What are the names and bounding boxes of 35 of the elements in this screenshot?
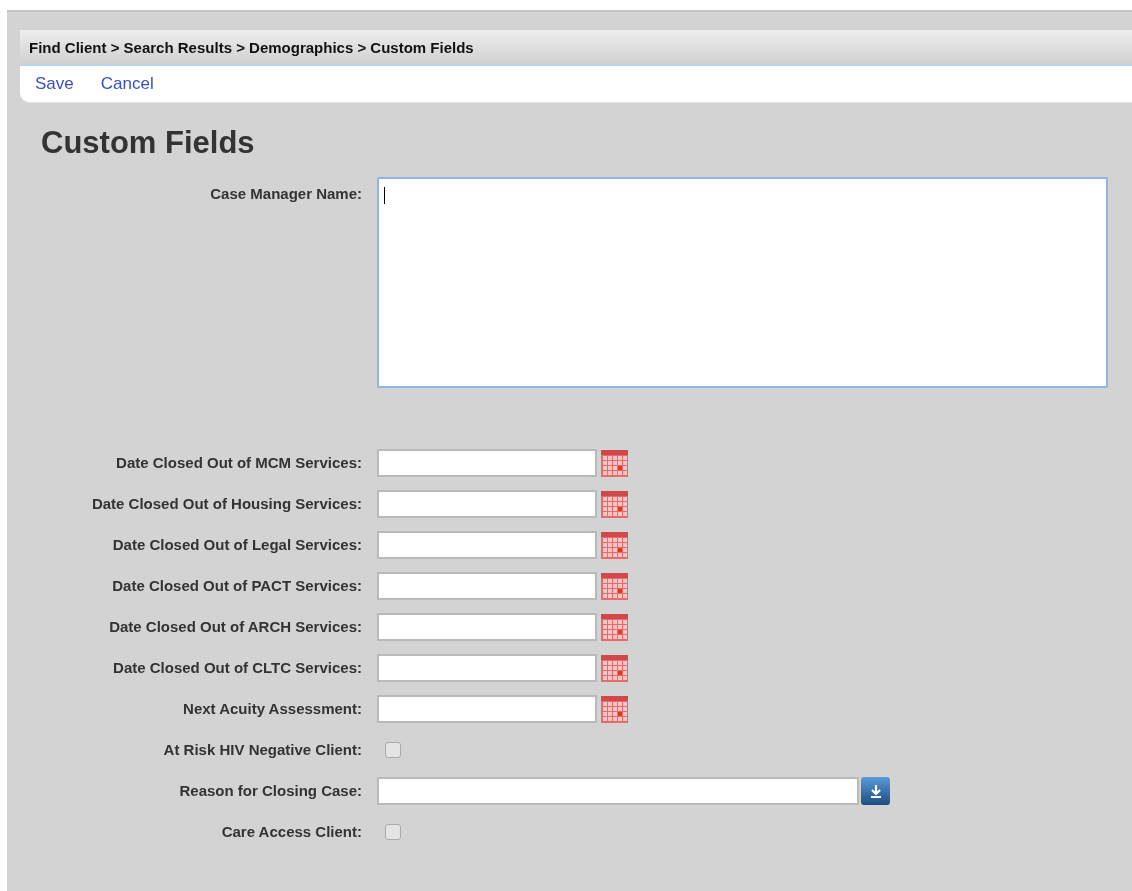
field-label: Date Closed Out of MCM Services: [115,454,362,471]
date-field[interactable] [377,653,597,682]
calendar-icon[interactable] [601,694,628,723]
field-label: Reason for Closing Case: [178,782,362,799]
page-title: Custom Fields [41,125,256,161]
field-label: Care Access Client: [220,823,362,840]
dropdown-field[interactable] [377,776,859,805]
calendar-icon[interactable] [601,612,628,641]
field-label: Date Closed Out of ARCH Services: [108,618,362,635]
breadcrumb: Find Client > Search Results > Demographics > Custom Fields [20,30,1132,66]
date-field[interactable] [377,571,597,600]
field-label: Date Closed Out of Housing Services: [90,495,362,512]
checkbox[interactable] [385,741,401,758]
field-label: Case Manager Name: [209,184,362,202]
calendar-icon[interactable] [601,489,628,518]
calendar-icon[interactable] [601,571,628,600]
calendar-icon[interactable] [601,653,628,682]
dropdown-button[interactable] [861,776,890,805]
date-field[interactable] [377,448,597,477]
calendar-icon[interactable] [601,448,628,477]
date-field[interactable] [377,612,597,641]
field-label: Next Acuity Assessment: [182,700,362,717]
field-label: Date Closed Out of Legal Services: [111,536,362,553]
field-label: At Risk HIV Negative Client: [162,741,362,758]
calendar-icon[interactable] [601,530,628,559]
date-field[interactable] [377,694,597,723]
text-area[interactable] [377,177,1108,388]
save-link[interactable]: Save [35,74,74,94]
field-label: Date Closed Out of PACT Services: [111,577,362,594]
checkbox[interactable] [385,823,401,840]
download-arrow-icon [868,783,883,798]
field-label: Date Closed Out of CLTC Services: [112,659,362,676]
date-field[interactable] [377,489,597,518]
date-field[interactable] [377,530,597,559]
cancel-link[interactable]: Cancel [100,74,154,94]
